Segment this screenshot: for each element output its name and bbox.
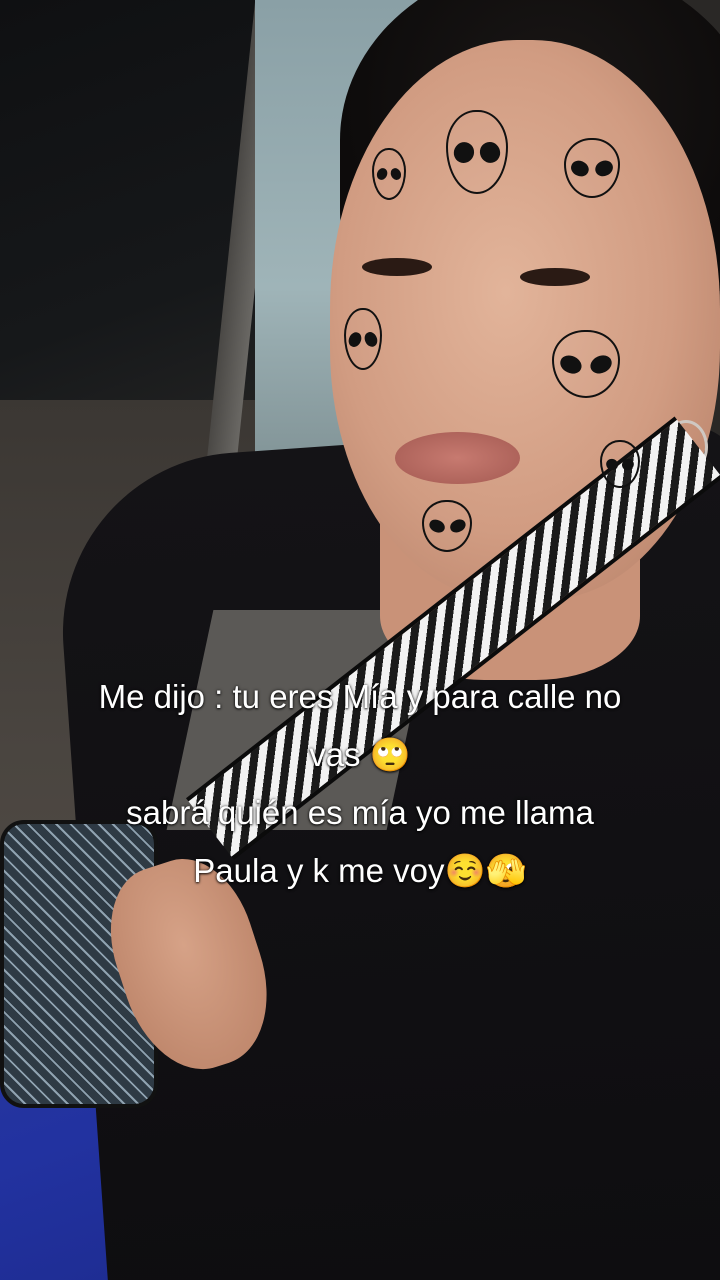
caption-line-4: Paula y k me voy☺️🫣 <box>193 852 527 889</box>
caption-line-1: Me dijo : tu eres Mía y para calle no <box>98 678 622 715</box>
story-frame: Me dijo : tu eres Mía y para calle no va… <box>0 0 720 1280</box>
right-eye <box>520 268 590 286</box>
left-eye <box>362 258 432 276</box>
caption-line-2: vas 🙄 <box>309 736 411 773</box>
caption-line-3: sabrá quién es mía yo me llama <box>126 794 594 831</box>
story-caption: Me dijo : tu eres Mía y para calle no va… <box>20 668 700 900</box>
lips <box>395 432 520 484</box>
